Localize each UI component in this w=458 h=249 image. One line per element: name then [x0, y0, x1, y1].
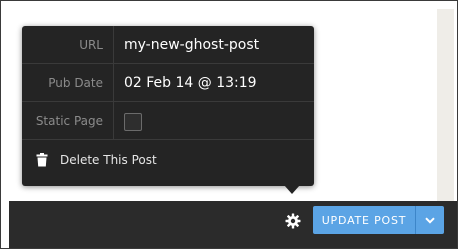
update-post-button[interactable]: UPDATE POST	[313, 206, 415, 234]
post-settings-popover: URL my-new-ghost-post Pub Date 02 Feb 14…	[22, 26, 314, 186]
url-label: URL	[79, 37, 103, 52]
static-page-label: Static Page	[35, 113, 103, 128]
trash-icon	[36, 153, 48, 167]
gear-icon[interactable]	[284, 212, 302, 230]
row-divider	[113, 64, 114, 101]
row-divider	[113, 26, 114, 63]
pub-date-row: Pub Date 02 Feb 14 @ 13:19	[22, 64, 314, 102]
chevron-down-icon	[425, 216, 435, 224]
popover-pointer	[284, 185, 300, 194]
static-page-checkbox[interactable]	[124, 113, 142, 131]
url-field[interactable]: my-new-ghost-post	[124, 26, 259, 63]
static-page-row: Static Page	[22, 102, 314, 140]
scrollbar-track[interactable]	[437, 9, 454, 201]
pub-date-label: Pub Date	[48, 75, 103, 90]
delete-post-label: Delete This Post	[60, 153, 157, 167]
pub-date-field[interactable]: 02 Feb 14 @ 13:19	[124, 64, 257, 101]
update-post-button-group: UPDATE POST	[313, 206, 444, 234]
url-row: URL my-new-ghost-post	[22, 26, 314, 64]
delete-post-button[interactable]: Delete This Post	[36, 152, 157, 168]
editor-window: UPDATE POST URL my-new-ghost-post Pub Da…	[0, 0, 458, 249]
publish-options-toggle[interactable]	[416, 206, 444, 234]
row-divider	[113, 102, 114, 139]
